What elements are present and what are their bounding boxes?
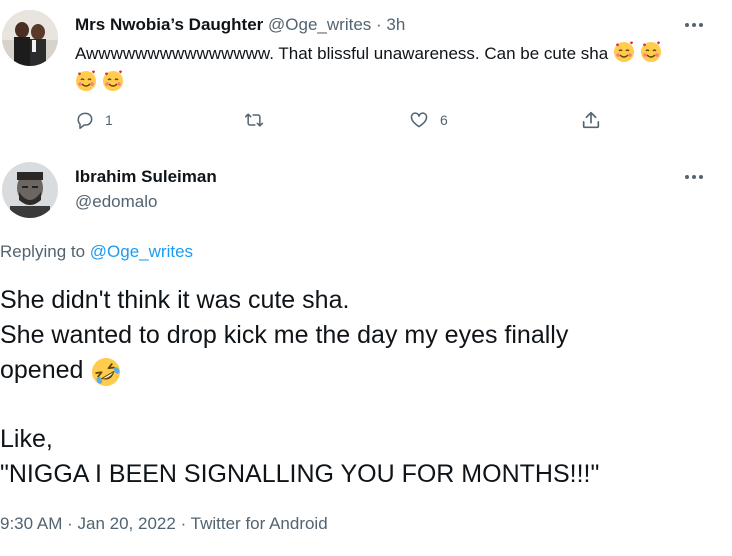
tweet-line: "NIGGA I BEEN SIGNALLING YOU FOR MONTHS!… <box>0 460 600 488</box>
retweet-button[interactable] <box>243 108 265 132</box>
avatar[interactable] <box>2 162 58 218</box>
reply-count: 1 <box>105 112 113 128</box>
replying-to-mention[interactable]: @Oge_writes <box>90 242 193 261</box>
more-options-icon[interactable] <box>682 15 706 35</box>
share-icon <box>582 111 600 129</box>
reply-button[interactable]: 1 <box>75 108 113 132</box>
separator: · <box>376 15 382 34</box>
smiling-face-with-hearts-icon <box>102 70 124 99</box>
reply-icon <box>77 112 93 130</box>
parent-tweet-header: Mrs Nwobia’s Daughter @Oge_writes · 3h <box>75 15 405 35</box>
parent-tweet[interactable]: Mrs Nwobia’s Daughter @Oge_writes · 3h A… <box>0 0 732 138</box>
tweet-body: She didn't think it was cute sha. She wa… <box>0 283 720 492</box>
tweet-source[interactable]: Twitter for Android <box>191 514 328 533</box>
tweet-line: Like, <box>0 425 53 453</box>
avatar[interactable] <box>2 10 58 66</box>
rolling-on-the-floor-laughing-icon <box>90 356 122 392</box>
replying-to: Replying to @Oge_writes <box>0 242 193 262</box>
smiling-face-with-hearts-icon <box>613 41 635 70</box>
more-options-icon[interactable] <box>682 167 706 187</box>
tweet-time[interactable]: 3h <box>386 15 405 34</box>
author-handle[interactable]: @edomalo <box>75 192 157 212</box>
like-button[interactable]: 6 <box>408 108 448 132</box>
tweet-line-with-emoji: opened <box>0 353 720 388</box>
tweet-text: Awwwwwwwwwwwwwww. That blissful unawaren… <box>75 41 715 99</box>
like-count: 6 <box>440 112 448 128</box>
author-display-name[interactable]: Mrs Nwobia’s Daughter <box>75 15 263 34</box>
tweet-date[interactable]: Jan 20, 2022 <box>78 514 176 533</box>
retweet-icon <box>244 113 264 127</box>
replying-to-label: Replying to <box>0 242 86 261</box>
tweet-meta: 9:30 AM · Jan 20, 2022 · Twitter for And… <box>0 514 328 534</box>
author-display-name[interactable]: Ibrahim Suleiman <box>75 167 217 187</box>
smiling-face-with-hearts-icon <box>640 41 662 70</box>
tweet-line: She wanted to drop kick me the day my ey… <box>0 321 569 349</box>
tweet-line: opened <box>0 356 84 384</box>
tweet-actions: 1 6 <box>75 108 615 132</box>
tweet-text-content: Awwwwwwwwwwwwwww. That blissful unawaren… <box>75 44 609 63</box>
share-button[interactable] <box>580 108 602 132</box>
separator: · <box>180 514 187 533</box>
heart-icon <box>410 112 428 128</box>
separator: · <box>67 514 73 533</box>
author-handle[interactable]: @Oge_writes <box>268 15 371 34</box>
tweet-time[interactable]: 9:30 AM <box>0 514 62 533</box>
tweet-line: She didn't think it was cute sha. <box>0 286 350 314</box>
smiling-face-with-hearts-icon <box>75 70 97 99</box>
